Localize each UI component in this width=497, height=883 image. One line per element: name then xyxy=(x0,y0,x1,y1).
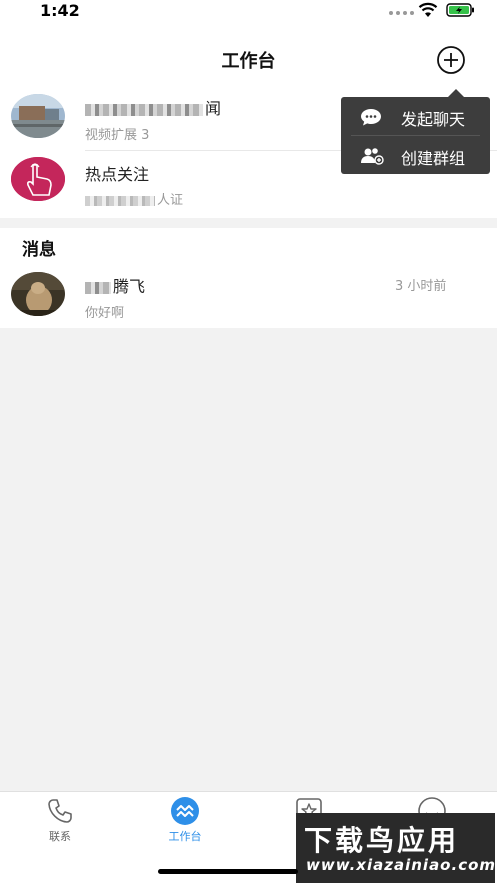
item-title: 热点关注 xyxy=(85,165,150,184)
status-bar: 1:42 xyxy=(0,0,497,24)
wifi-icon xyxy=(418,2,438,17)
group-add-icon xyxy=(361,148,384,165)
start-chat-label: 发起聊天 xyxy=(401,110,466,129)
home-indicator xyxy=(158,869,298,874)
tab-workbench[interactable]: 工作台 xyxy=(150,796,220,852)
signal-icon xyxy=(389,11,414,15)
battery-icon xyxy=(446,3,474,17)
item-subtitle: 人证 xyxy=(85,189,183,208)
avatar xyxy=(11,157,65,201)
tab-label: 联系 xyxy=(49,830,71,843)
status-time: 1:42 xyxy=(40,1,80,20)
tab-contacts[interactable]: 联系 xyxy=(25,796,95,852)
watermark: 下载鸟应用 www.xiazainiao.com xyxy=(296,813,495,883)
message-time: 3 小时前 xyxy=(395,279,447,294)
watermark-url: www.xiazainiao.com xyxy=(306,856,497,874)
phone-icon xyxy=(48,799,72,823)
create-group-button[interactable]: 创建群组 xyxy=(341,136,490,174)
start-chat-button[interactable]: 发起聊天 xyxy=(341,97,490,135)
messages-section: 消息 腾飞 3 小时前 你好啊 xyxy=(0,228,497,328)
section-title: 消息 xyxy=(22,240,56,260)
popup-menu: 发起聊天 创建群组 xyxy=(341,97,490,174)
create-group-label: 创建群组 xyxy=(401,149,466,168)
avatar xyxy=(11,94,65,138)
page-title: 工作台 xyxy=(221,51,276,72)
watermark-title: 下载鸟应用 xyxy=(304,824,460,857)
avatar xyxy=(11,272,65,316)
add-button[interactable] xyxy=(436,45,466,75)
chat-bubble-icon xyxy=(361,109,381,126)
nav-header: 工作台 xyxy=(0,24,497,90)
workbench-icon xyxy=(171,797,199,825)
item-title: 闻 xyxy=(85,95,221,119)
message-item[interactable]: 腾飞 3 小时前 你好啊 xyxy=(0,268,497,330)
message-preview: 你好啊 xyxy=(85,306,125,321)
item-subtitle: 视频扩展 3 xyxy=(85,128,150,143)
tab-label: 工作台 xyxy=(168,830,202,843)
popup-arrow xyxy=(448,89,464,97)
contact-name: 腾飞 xyxy=(85,273,145,297)
